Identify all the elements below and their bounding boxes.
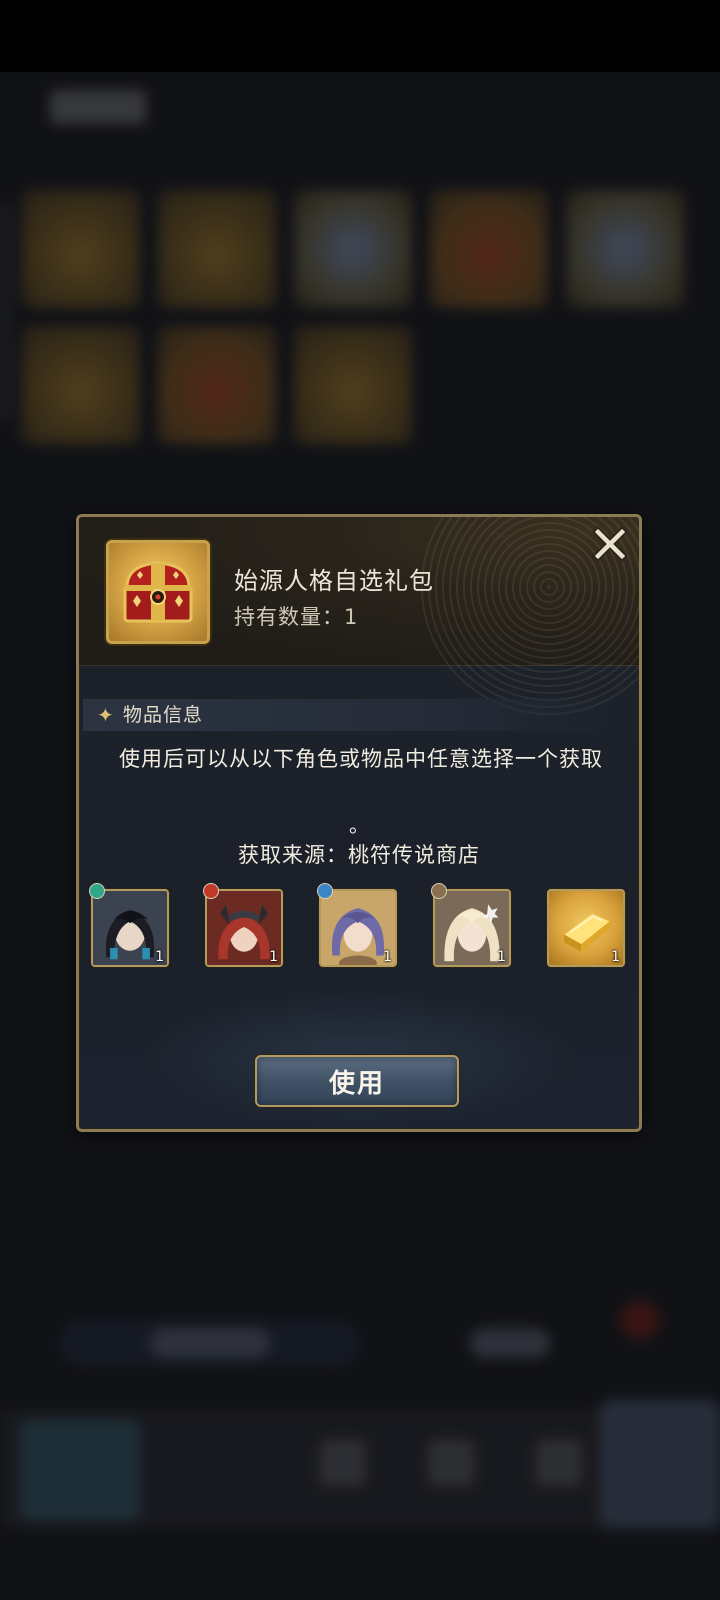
- reward-quantity: 1: [383, 949, 392, 965]
- reward-option-character[interactable]: 1: [433, 889, 511, 967]
- sparkle-icon: ✦: [97, 703, 114, 727]
- blue-element-icon: [317, 883, 333, 899]
- item-name: 始源人格自选礼包: [234, 567, 434, 595]
- section-title: 物品信息: [123, 704, 204, 726]
- item-description: 使用后可以从以下角色或物品中任意选择一个获取: [119, 747, 603, 771]
- reward-options: 1 1 1 1 1: [89, 883, 631, 973]
- teal-element-icon: [89, 883, 105, 899]
- item-info-dialog: 始源人格自选礼包 持有数量：1 ✦ 物品信息 使用后可以从以下角色或物品中任意选…: [76, 514, 642, 1132]
- close-icon: [592, 526, 628, 562]
- section-header: ✦ 物品信息: [83, 699, 633, 731]
- reward-quantity: 1: [269, 949, 278, 965]
- description-period: 。: [349, 813, 369, 837]
- item-source: 获取来源：桃符传说商店: [238, 843, 480, 867]
- reward-quantity: 1: [611, 949, 620, 965]
- item-owned-count: 持有数量：1: [234, 605, 359, 629]
- treasure-chest-icon: [123, 561, 193, 623]
- red-element-icon: [203, 883, 219, 899]
- reward-option-item[interactable]: 1: [547, 889, 625, 967]
- dialog-header: 始源人格自选礼包 持有数量：1: [79, 517, 639, 717]
- reward-quantity: 1: [497, 949, 506, 965]
- reward-option-character[interactable]: 1: [205, 889, 283, 967]
- status-bar: [0, 0, 720, 72]
- reward-quantity: 1: [155, 949, 164, 965]
- reward-option-character[interactable]: 1: [91, 889, 169, 967]
- close-button[interactable]: [589, 523, 631, 565]
- item-icon-frame: [106, 540, 210, 644]
- brown-element-icon: [431, 883, 447, 899]
- use-button[interactable]: 使用: [255, 1055, 459, 1107]
- reward-option-character[interactable]: 1: [319, 889, 397, 967]
